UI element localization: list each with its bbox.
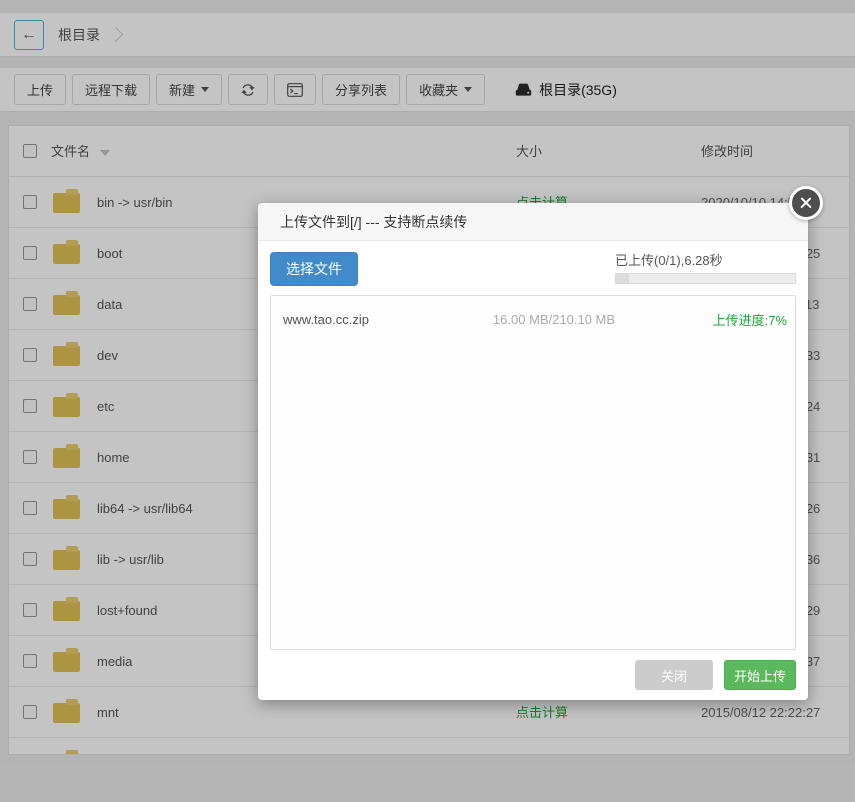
upload-progress-fill <box>616 274 629 283</box>
choose-file-button[interactable]: 选择文件 <box>270 252 358 286</box>
close-button[interactable]: 关闭 <box>635 660 713 690</box>
start-upload-button[interactable]: 开始上传 <box>724 660 796 690</box>
upload-file-progress: 上传进度:7% <box>669 310 787 329</box>
upload-file-name: www.tao.cc.zip <box>283 312 439 327</box>
upload-file-row[interactable]: www.tao.cc.zip 16.00 MB/210.10 MB 上传进度:7… <box>271 296 795 343</box>
upload-stats: 已上传(0/1),6.28秒 <box>615 250 796 284</box>
upload-dialog: 上传文件到[/] --- 支持断点续传 选择文件 已上传(0/1),6.28秒 … <box>258 203 808 700</box>
dialog-title: 上传文件到[/] --- 支持断点续传 <box>280 214 467 230</box>
upload-progress-bar <box>615 273 796 284</box>
upload-file-list: www.tao.cc.zip 16.00 MB/210.10 MB 上传进度:7… <box>270 295 796 650</box>
upload-file-size: 16.00 MB/210.10 MB <box>439 312 669 327</box>
dialog-close-icon[interactable] <box>789 186 823 220</box>
upload-stats-text: 已上传(0/1),6.28秒 <box>615 253 723 268</box>
dialog-header: 上传文件到[/] --- 支持断点续传 <box>258 203 808 241</box>
dialog-footer: 关闭 开始上传 <box>258 650 808 700</box>
